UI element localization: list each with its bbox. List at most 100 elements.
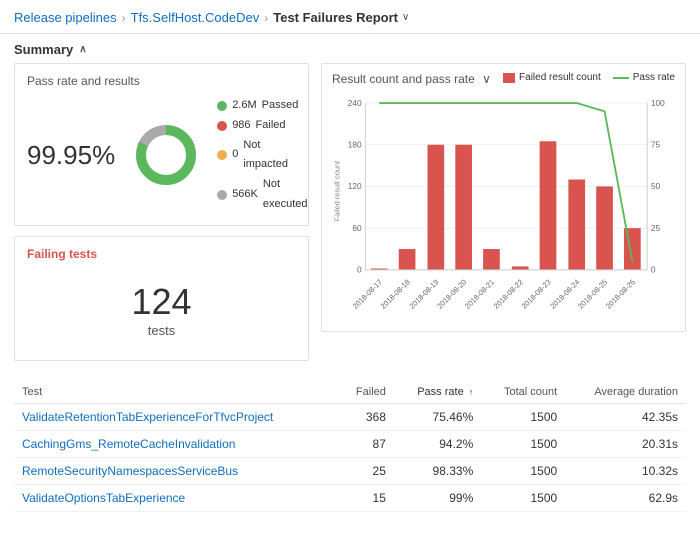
legend-failed-label: Failed [256,116,286,136]
cell-avgduration-0: 42.35s [565,403,686,430]
bar-8 [596,186,613,269]
cell-avgduration-1: 20.31s [565,430,686,457]
failing-tests-card: Failing tests 124 tests [14,236,309,361]
failing-count: 124 [131,281,191,323]
bar-5 [512,266,529,269]
bar-7 [568,180,585,270]
cell-passrate-0: 75.46% [394,403,481,430]
svg-text:240: 240 [348,98,362,108]
legend-not-executed: 566K Not executed [217,175,307,215]
pass-rate-card: Pass rate and results 99.95% [14,63,309,226]
failing-tests-content: 124 tests [27,269,296,350]
table-row[interactable]: ValidateOptionsTabExperience 15 99% 1500… [14,484,686,511]
left-panel: Pass rate and results 99.95% [14,63,309,371]
breadcrumb-sep-1: › [122,11,126,25]
summary-label: Summary [14,42,73,57]
cell-failed-3: 15 [338,484,394,511]
chart-svg: 0 60 120 180 240 Failed result count 0 2… [332,90,675,320]
chart-legend-failed: Failed result count [503,72,601,83]
bar-3 [455,145,472,270]
table-section: Test Failed Pass rate ↑ Total count Aver… [0,381,700,512]
table-row[interactable]: RemoteSecurityNamespacesServiceBus 25 98… [14,457,686,484]
chart-legend-passrate-label: Pass rate [633,72,675,83]
summary-toggle-icon[interactable]: ∧ [79,44,86,55]
chart-legend-failed-label: Failed result count [519,72,601,83]
bar-2 [427,145,444,270]
pass-rate-line [379,103,632,262]
cell-totalcount-2: 1500 [481,457,565,484]
svg-text:2018-08-23: 2018-08-23 [520,277,553,310]
results-table: Test Failed Pass rate ↑ Total count Aver… [14,381,686,512]
col-header-test: Test [14,381,338,404]
chart-legend-passrate-line [613,77,629,79]
breadcrumb-current: Test Failures Report [273,10,398,25]
legend-failed-value: 986 [232,116,250,136]
legend-passed-label: Passed [262,96,299,116]
svg-text:75: 75 [651,140,661,150]
legend-failed: 986 Failed [217,116,307,136]
breadcrumb-item-1[interactable]: Release pipelines [14,10,117,25]
failing-tests-card-title: Failing tests [27,247,296,261]
cell-totalcount-1: 1500 [481,430,565,457]
chart-header: Result count and pass rate ∨ Failed resu… [332,72,675,86]
legend-passed: 2.6M Passed [217,96,307,116]
table-row[interactable]: CachingGms_RemoteCacheInvalidation 87 94… [14,430,686,457]
svg-text:0: 0 [357,265,362,275]
legend-not-executed-value: 566K [232,185,258,205]
chart-title: Result count and pass rate ∨ [332,72,491,86]
legend-passed-dot [217,101,227,111]
chart-legend-failed-box [503,73,515,83]
pass-rate-percent: 99.95% [27,140,115,171]
cell-failed-2: 25 [338,457,394,484]
cell-avgduration-2: 10.32s [565,457,686,484]
col-header-passrate[interactable]: Pass rate ↑ [394,381,481,404]
chart-legend: Failed result count Pass rate [503,72,675,83]
bar-4 [483,249,500,270]
cell-passrate-3: 99% [394,484,481,511]
bar-6 [540,141,557,270]
right-panel: Result count and pass rate ∨ Failed resu… [321,63,686,371]
col-header-avgduration: Average duration [565,381,686,404]
breadcrumb-item-2[interactable]: Tfs.SelfHost.CodeDev [131,10,260,25]
cell-avgduration-3: 62.9s [565,484,686,511]
col-header-totalcount: Total count [481,381,565,404]
pass-rate-card-title: Pass rate and results [27,74,296,88]
legend-not-impacted-label: Not impacted [243,136,307,176]
svg-text:180: 180 [348,140,362,150]
chart-dropdown-icon[interactable]: ∨ [482,72,491,86]
chart-legend-passrate: Pass rate [613,72,675,83]
svg-text:100: 100 [651,98,665,108]
table-row[interactable]: ValidateRetentionTabExperienceForTfvcPro… [14,403,686,430]
breadcrumb-dropdown-icon[interactable]: ∨ [402,12,409,23]
sort-arrow: ↑ [469,387,474,397]
cell-passrate-1: 94.2% [394,430,481,457]
chart-title-text: Result count and pass rate [332,72,475,86]
table-body: ValidateRetentionTabExperienceForTfvcPro… [14,403,686,511]
failing-label: tests [148,323,175,338]
breadcrumb: Release pipelines › Tfs.SelfHost.CodeDev… [0,0,700,34]
legend-not-executed-label: Not executed [263,175,308,215]
svg-text:Failed result count: Failed result count [332,161,341,222]
cell-passrate-2: 98.33% [394,457,481,484]
svg-text:2018-08-18: 2018-08-18 [379,277,412,310]
cell-test-3[interactable]: ValidateOptionsTabExperience [14,484,338,511]
svg-text:50: 50 [651,181,661,191]
legend-not-executed-dot [217,190,227,200]
cell-totalcount-0: 1500 [481,403,565,430]
legend-not-impacted-dot [217,150,227,160]
legend-passed-value: 2.6M [232,96,256,116]
bar-1 [399,249,416,270]
col-header-failed: Failed [338,381,394,404]
pass-rate-legend: 2.6M Passed 986 Failed 0 Not impacted [217,96,307,215]
legend-not-impacted-value: 0 [232,145,238,165]
legend-failed-dot [217,121,227,131]
cell-failed-0: 368 [338,403,394,430]
cell-test-0[interactable]: ValidateRetentionTabExperienceForTfvcPro… [14,403,338,430]
svg-text:2018-08-26: 2018-08-26 [604,277,637,310]
cell-test-2[interactable]: RemoteSecurityNamespacesServiceBus [14,457,338,484]
main-content: Pass rate and results 99.95% [0,63,700,371]
cell-test-1[interactable]: CachingGms_RemoteCacheInvalidation [14,430,338,457]
svg-text:25: 25 [651,223,661,233]
legend-not-impacted: 0 Not impacted [217,136,307,176]
cell-failed-1: 87 [338,430,394,457]
